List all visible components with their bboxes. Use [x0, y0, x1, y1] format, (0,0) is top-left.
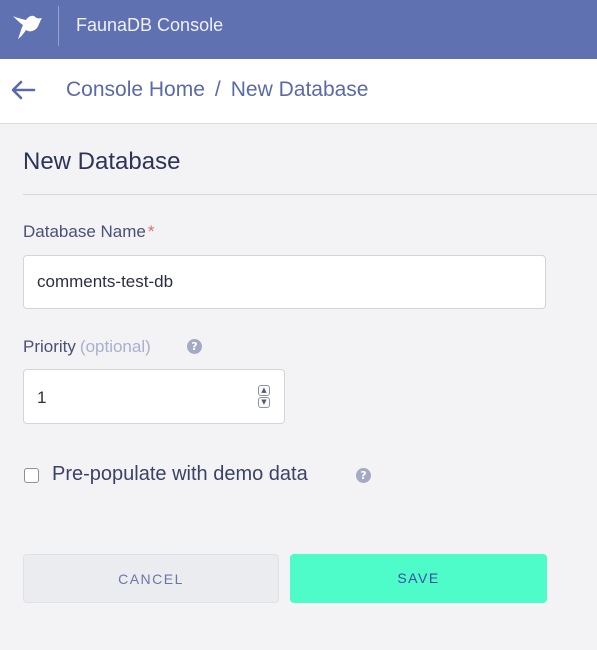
breadcrumb-bar: Console Home / New Database — [0, 59, 597, 124]
required-asterisk: * — [147, 222, 155, 241]
question-circle-icon[interactable]: ? — [187, 339, 202, 354]
breadcrumb-current: New Database — [230, 78, 369, 101]
page-title: New Database — [23, 148, 181, 175]
breadcrumb-console-home[interactable]: Console Home — [66, 78, 205, 101]
priority-input[interactable]: 1 ▲ ▼ — [23, 369, 285, 424]
priority-value: 1 — [37, 388, 47, 407]
fauna-bird-icon[interactable] — [11, 10, 43, 42]
breadcrumb: Console Home / New Database — [66, 78, 369, 102]
top-header: FaunaDB Console — [0, 0, 597, 59]
header-divider — [58, 6, 59, 46]
priority-label-text: Priority — [23, 337, 76, 356]
stepper-down-icon[interactable]: ▼ — [258, 397, 270, 408]
stepper-up-icon[interactable]: ▲ — [258, 385, 270, 396]
breadcrumb-separator: / — [214, 78, 221, 101]
database-name-label: Database Name * — [23, 222, 154, 242]
cancel-button[interactable]: CANCEL — [23, 554, 279, 603]
database-name-input[interactable] — [23, 255, 546, 309]
save-button[interactable]: SAVE — [290, 554, 547, 603]
arrow-left-icon[interactable] — [10, 79, 36, 101]
demo-data-label: Pre-populate with demo data — [52, 463, 308, 485]
app-title: FaunaDB Console — [76, 15, 224, 35]
priority-label: Priority (optional) — [23, 337, 151, 357]
database-name-label-text: Database Name — [23, 222, 146, 241]
question-circle-icon[interactable]: ? — [356, 468, 371, 483]
optional-hint: (optional) — [79, 337, 151, 356]
title-divider — [23, 194, 597, 195]
demo-data-checkbox[interactable] — [24, 468, 39, 483]
